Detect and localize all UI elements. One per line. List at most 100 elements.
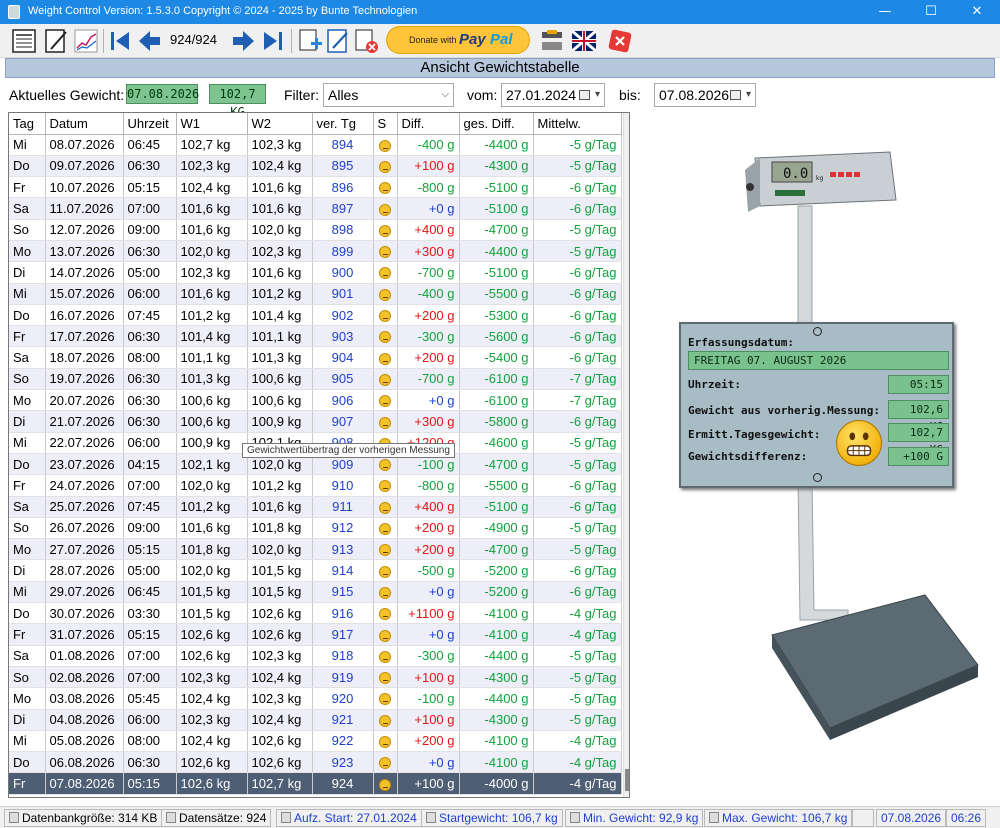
first-record-icon[interactable] [106, 27, 134, 55]
table-row[interactable]: Fr 10.07.2026 05:15 102,4 kg 101,6 kg 896 -800… [9, 176, 622, 199]
cell-smiley [373, 623, 398, 646]
cell-date: 29.07.2026 [45, 581, 124, 604]
cell-diff-text: +100 g [414, 776, 455, 792]
cell-diff: +0 g [397, 581, 460, 604]
column-header[interactable]: Mittelw. [533, 113, 622, 135]
table-row[interactable]: Mi 15.07.2026 06:00 101,6 kg 101,2 kg 901 -400… [9, 283, 622, 305]
maximize-button[interactable]: ☐ [908, 0, 954, 24]
settings-icon[interactable] [538, 27, 566, 55]
table-row[interactable]: Mi 29.07.2026 06:45 101,5 kg 101,5 kg 915 +0 g… [9, 581, 622, 604]
exit-icon[interactable] [606, 27, 634, 55]
table-row[interactable]: Fr 31.07.2026 05:15 102,6 kg 102,6 kg 917 +0 g… [9, 623, 622, 646]
column-header[interactable]: Diff. [397, 113, 460, 135]
table-row[interactable]: So 02.08.2026 07:00 102,3 kg 102,4 kg 919 +100… [9, 666, 622, 689]
cell-average: -5 g/Tag [533, 517, 622, 540]
cell-diff: -400 g [397, 134, 460, 156]
last-record-icon[interactable] [259, 27, 287, 55]
column-header[interactable]: Tag [9, 113, 46, 135]
table-row[interactable]: Mo 03.08.2026 05:45 102,4 kg 102,3 kg 920 -100… [9, 687, 622, 710]
column-header[interactable]: W1 [176, 113, 248, 135]
table-row[interactable]: Mi 05.08.2026 08:00 102,4 kg 102,6 kg 922 +200… [9, 730, 622, 753]
table-row[interactable]: Mo 20.07.2026 06:30 100,6 kg 100,6 kg 906 +0 g… [9, 389, 622, 412]
cell-day-text: Mi [13, 137, 27, 153]
column-header[interactable]: Datum [45, 113, 124, 135]
delete-record-icon[interactable] [352, 27, 380, 55]
table-row[interactable]: Do 09.07.2026 06:30 102,3 kg 102,4 kg 895 +100… [9, 155, 622, 178]
cell-total-diff: -5800 g [459, 410, 534, 433]
status-empty-panel [852, 809, 874, 827]
table-row[interactable]: Di 28.07.2026 05:00 102,0 kg 101,5 kg 914 -500… [9, 559, 622, 582]
cell-w1: 101,6 kg [176, 517, 248, 540]
column-header[interactable]: ges. Diff. [459, 113, 534, 135]
column-header[interactable]: Uhrzeit [123, 113, 177, 135]
edit-document-icon[interactable] [42, 27, 70, 55]
cell-total-diff-text: -4400 g [484, 137, 529, 153]
edit-record-icon[interactable] [324, 27, 352, 55]
cell-w1: 102,6 kg [176, 772, 248, 795]
column-header[interactable]: W2 [247, 113, 313, 135]
cell-w2: 102,6 kg [247, 751, 313, 774]
column-header[interactable]: ver. Tg [312, 113, 374, 135]
cell-date: 24.07.2026 [45, 474, 124, 497]
table-row[interactable]: Mi 08.07.2026 06:45 102,7 kg 102,3 kg 894 -400… [9, 134, 622, 156]
table-row[interactable]: Sa 18.07.2026 08:00 101,1 kg 101,3 kg 904 +200… [9, 346, 622, 369]
language-flag-icon[interactable] [570, 27, 598, 55]
cell-time-text: 07:00 [127, 477, 161, 493]
table-row[interactable]: Do 06.08.2026 06:30 102,6 kg 102,6 kg 923 +0 g… [9, 751, 622, 774]
smiley-icon [379, 714, 391, 727]
cell-diff-text: +100 g [414, 712, 455, 728]
paypal-logo-pay: Pay [459, 31, 486, 48]
minimize-button[interactable]: — [862, 0, 908, 24]
cell-day-text: Do [13, 307, 30, 323]
cell-w1: 102,0 kg [176, 474, 248, 497]
table-row[interactable]: Do 16.07.2026 07:45 101,2 kg 101,4 kg 902 +200… [9, 304, 622, 327]
cell-days: 915 [312, 581, 374, 604]
vertical-scrollbar[interactable] [623, 113, 629, 797]
from-date-picker[interactable]: 27.01.2024 ▾ [501, 83, 605, 107]
previous-record-icon[interactable] [136, 27, 164, 55]
table-row[interactable]: Di 04.08.2026 06:00 102,3 kg 102,4 kg 921 +100… [9, 709, 622, 731]
smiley-icon [379, 480, 391, 493]
to-date-picker[interactable]: 07.08.2026 ▾ [654, 83, 756, 107]
next-record-icon[interactable] [229, 27, 257, 55]
cell-w2: 102,3 kg [247, 240, 313, 263]
cell-w1: 101,4 kg [176, 325, 248, 348]
filter-select[interactable]: Alles ⌵ [323, 83, 454, 107]
table-row[interactable]: Do 30.07.2026 03:30 101,5 kg 102,6 kg 916 +110… [9, 602, 622, 625]
chart-icon[interactable] [72, 27, 100, 55]
cell-w1-text: 102,4 kg [180, 733, 231, 749]
cell-diff-text: -100 g [417, 690, 455, 706]
cell-day-text: Do [13, 605, 30, 621]
chevron-down-icon: ▾ [745, 89, 751, 100]
table-view-icon[interactable] [10, 27, 38, 55]
cell-w2-text: 102,3 kg [251, 690, 302, 706]
cell-date: 26.07.2026 [45, 517, 124, 540]
smiley-icon [379, 650, 391, 663]
cell-days-text: 907 [331, 414, 354, 429]
scrollbar-thumb[interactable] [625, 769, 629, 791]
table-row[interactable]: Sa 11.07.2026 07:00 101,6 kg 101,6 kg 897 +0 g… [9, 197, 622, 220]
column-header[interactable]: S [373, 113, 398, 135]
cell-smiley [373, 410, 398, 433]
cell-diff: +200 g [397, 304, 460, 327]
table-row[interactable]: Sa 25.07.2026 07:45 101,2 kg 101,6 kg 911 +400… [9, 496, 622, 518]
table-row[interactable]: So 26.07.2026 09:00 101,6 kg 101,8 kg 912 +200… [9, 517, 622, 540]
cell-date: 02.08.2026 [45, 666, 124, 689]
table-row[interactable]: Fr 07.08.2026 05:15 102,6 kg 102,7 kg 924 +100… [9, 772, 622, 795]
table-row[interactable]: Di 21.07.2026 06:30 100,6 kg 100,9 kg 907 +300… [9, 410, 622, 433]
close-button[interactable]: ✕ [954, 0, 1000, 24]
paypal-donate-button[interactable]: Donate with Pay Pal [386, 26, 530, 54]
table-row[interactable]: Fr 24.07.2026 07:00 102,0 kg 101,2 kg 910 -800… [9, 474, 622, 497]
table-row[interactable]: Mo 13.07.2026 06:30 102,0 kg 102,3 kg 899 +300… [9, 240, 622, 263]
day-weight-value: 102,7 KG [888, 423, 949, 456]
table-row[interactable]: So 12.07.2026 09:00 101,6 kg 102,0 kg 898 +400… [9, 219, 622, 241]
table-row[interactable]: Fr 17.07.2026 06:30 101,4 kg 101,1 kg 903 -300… [9, 325, 622, 348]
table-row[interactable]: Di 14.07.2026 05:00 102,3 kg 101,6 kg 900 -700… [9, 261, 622, 284]
table-row[interactable]: So 19.07.2026 06:30 101,3 kg 100,6 kg 905 -700… [9, 368, 622, 391]
cell-day: Mi [9, 134, 46, 156]
add-record-icon[interactable] [296, 27, 324, 55]
table-row[interactable]: Sa 01.08.2026 07:00 102,6 kg 102,3 kg 918 -300… [9, 645, 622, 667]
smiley-icon [379, 736, 391, 749]
cell-days: 895 [312, 155, 374, 178]
table-row[interactable]: Mo 27.07.2026 05:15 101,8 kg 102,0 kg 913 +200… [9, 538, 622, 561]
